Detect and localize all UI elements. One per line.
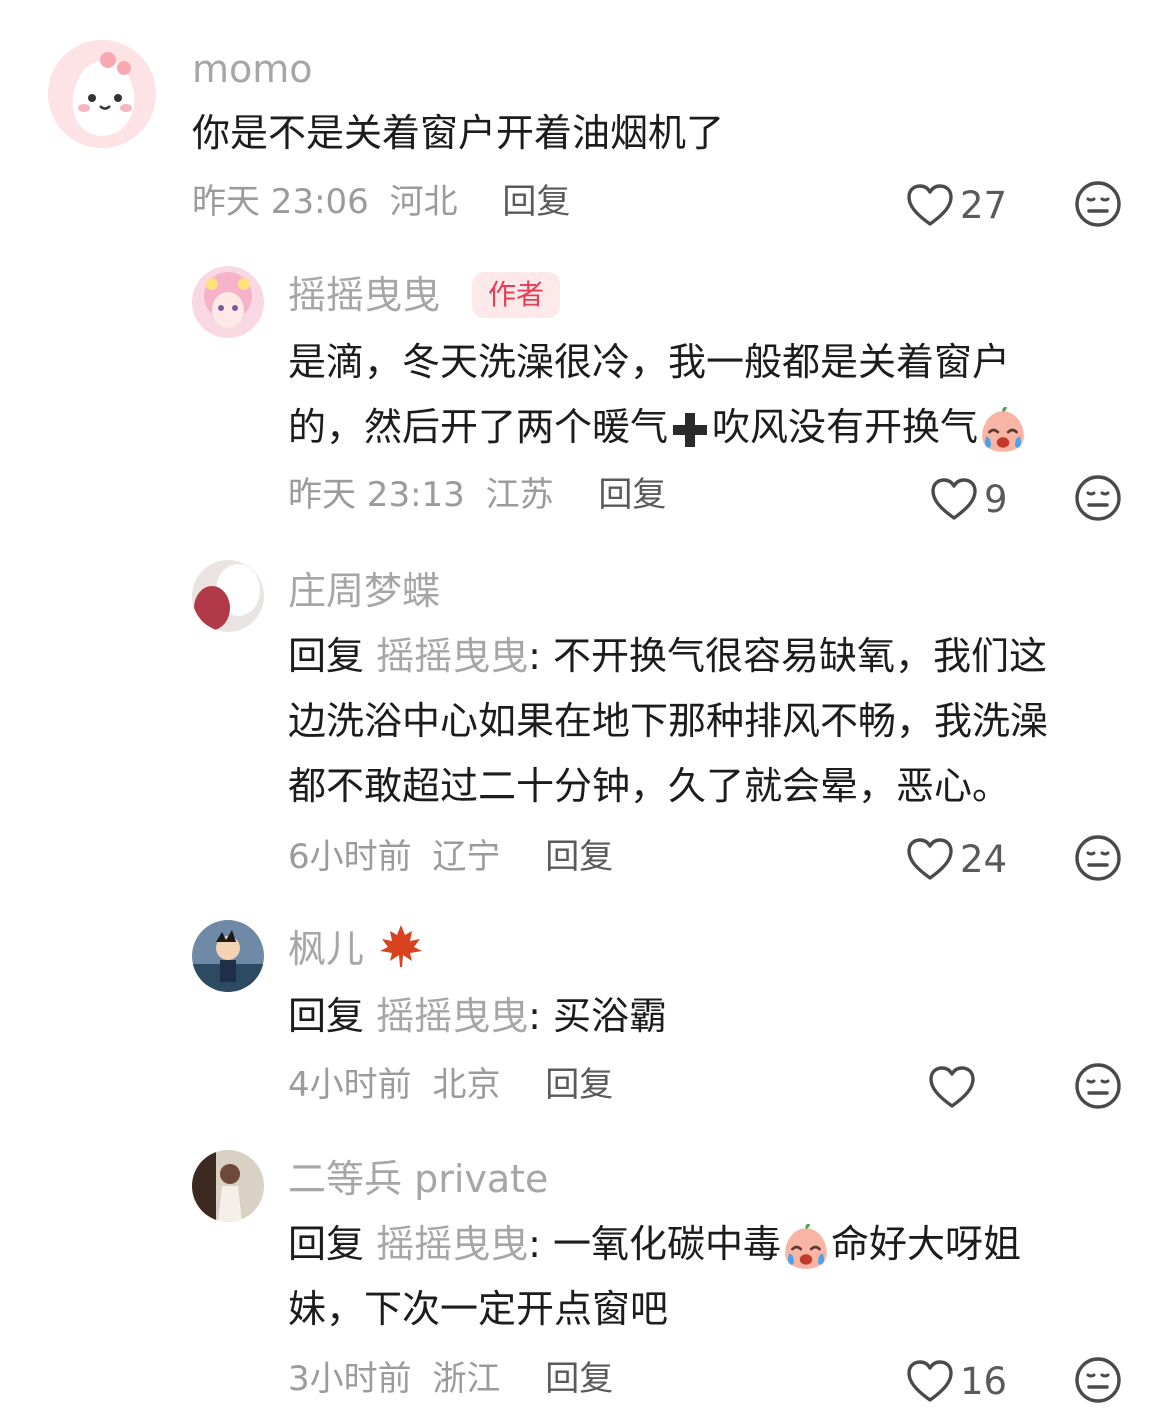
reply-button[interactable]: 回复 xyxy=(545,1065,613,1105)
reply-target-name[interactable]: 摇摇曳曳 xyxy=(376,1222,528,1266)
like-count: 24 xyxy=(960,837,1008,881)
avatar[interactable] xyxy=(192,920,264,992)
heart-outline-icon xyxy=(930,477,978,521)
heart-outline-icon xyxy=(906,183,954,227)
comment-meta: 昨天 23:06 河北 回复 xyxy=(192,185,570,219)
meh-face-icon[interactable] xyxy=(1074,834,1122,882)
avatar[interactable] xyxy=(48,40,156,148)
reply-button[interactable]: 回复 xyxy=(598,475,666,515)
comment-location: 河北 xyxy=(389,182,458,222)
comment-text-line: 回复 摇摇曳曳: 一氧化碳中毒 命好大呀姐 xyxy=(288,1212,1148,1277)
comment-time: 昨天 23:06 xyxy=(192,182,369,222)
comment-text: 回复 摇摇曳曳: 一氧化碳中毒 命好大呀姐 妹，下次一定开点窗吧 xyxy=(288,1212,1148,1342)
heavy-plus-emoji xyxy=(673,412,708,447)
comment-text-segment: : 不开换气很容易缺氧，我们这 xyxy=(528,634,1047,678)
comment-time: 6小时前 xyxy=(288,837,412,877)
username[interactable]: 摇摇曳曳 xyxy=(288,276,440,314)
comment-location: 北京 xyxy=(432,1065,501,1105)
comment-meta: 昨天 23:13 江苏 回复 xyxy=(288,478,666,512)
reply-button[interactable]: 回复 xyxy=(545,1359,613,1399)
reply-target-name[interactable]: 摇摇曳曳 xyxy=(376,634,528,678)
like-button[interactable] xyxy=(928,1062,976,1112)
comment-text: 回复 摇摇曳曳: 不开换气很容易缺氧，我们这 边洗浴中心如果在地下那种排风不畅，… xyxy=(288,624,1148,819)
reply-prefix: 回复 xyxy=(288,1222,377,1266)
comment-location: 江苏 xyxy=(485,475,554,515)
meh-face-icon[interactable] xyxy=(1074,180,1122,228)
comment-text-line: 回复 摇摇曳曳: 不开换气很容易缺氧，我们这 xyxy=(288,624,1148,689)
meh-face-icon[interactable] xyxy=(1074,474,1122,522)
comment-meta: 3小时前 浙江 回复 xyxy=(288,1362,613,1396)
comment-text-line: 是滴，冬天洗澡很冷，我一般都是关着窗户 xyxy=(288,340,1011,384)
comment-text-segment: 的，然后开了两个暖气 xyxy=(288,405,669,449)
crying-peach-emoji xyxy=(978,405,1028,455)
reply-target-name[interactable]: 摇摇曳曳 xyxy=(376,994,528,1038)
like-button[interactable]: 16 xyxy=(906,1356,1007,1406)
comment-text: 是滴，冬天洗澡很冷，我一般都是关着窗户 的，然后开了两个暖气 吹风没有开换气 xyxy=(288,330,1028,460)
comment-location: 浙江 xyxy=(432,1359,501,1399)
crying-peach-emoji xyxy=(781,1222,831,1272)
like-button[interactable]: 24 xyxy=(906,834,1007,884)
avatar[interactable] xyxy=(192,266,264,338)
comment-text-segment: 命好大呀姐 xyxy=(831,1222,1022,1266)
username[interactable]: 二等兵 private xyxy=(288,1160,548,1198)
author-badge: 作者 xyxy=(472,272,561,318)
comment-meta: 4小时前 北京 回复 xyxy=(288,1068,613,1102)
reply-button[interactable]: 回复 xyxy=(502,182,570,222)
comment-text-line: 都不敢超过二十分钟，久了就会晕，恶心。 xyxy=(288,764,1011,808)
maple-leaf-emoji xyxy=(380,924,423,967)
comment-text-segment: 吹风没有开换气 xyxy=(712,405,979,449)
comment-text: 回复 摇摇曳曳: 买浴霸 xyxy=(288,984,667,1049)
heart-outline-icon xyxy=(906,1359,954,1403)
like-count: 16 xyxy=(960,1359,1008,1403)
like-button[interactable]: 9 xyxy=(930,474,1008,524)
username[interactable]: 庄周梦蝶 xyxy=(288,572,440,610)
reply-button[interactable]: 回复 xyxy=(545,837,613,877)
comment-text-line: 边洗浴中心如果在地下那种排风不畅，我洗澡 xyxy=(288,699,1049,743)
like-count: 9 xyxy=(984,477,1008,521)
comment-text-segment: : 一氧化碳中毒 xyxy=(528,1222,781,1266)
reply-prefix: 回复 xyxy=(288,994,377,1038)
reply-prefix: 回复 xyxy=(288,634,377,678)
heart-outline-icon xyxy=(928,1065,976,1109)
comment-time: 3小时前 xyxy=(288,1359,412,1399)
comment-location: 辽宁 xyxy=(432,837,501,877)
comment-time: 昨天 23:13 xyxy=(288,475,465,515)
comment-text-line: 妹，下次一定开点窗吧 xyxy=(288,1287,669,1331)
username[interactable]: 枫儿 xyxy=(288,924,426,971)
avatar[interactable] xyxy=(192,560,264,632)
like-button[interactable]: 27 xyxy=(906,180,1007,230)
avatar[interactable] xyxy=(192,1150,264,1222)
comment-text-segment: : 买浴霸 xyxy=(528,994,667,1038)
username[interactable]: momo xyxy=(192,50,313,88)
meh-face-icon[interactable] xyxy=(1074,1062,1122,1110)
meh-face-icon[interactable] xyxy=(1074,1356,1122,1404)
heart-outline-icon xyxy=(906,837,954,881)
like-count: 27 xyxy=(960,183,1008,227)
comment-meta: 6小时前 辽宁 回复 xyxy=(288,840,613,874)
comment-text-line: 的，然后开了两个暖气 吹风没有开换气 xyxy=(288,395,1028,460)
comment-text: 你是不是关着窗户开着油烟机了 xyxy=(192,111,725,155)
comment-time: 4小时前 xyxy=(288,1065,412,1105)
username-text: 枫儿 xyxy=(288,927,365,971)
